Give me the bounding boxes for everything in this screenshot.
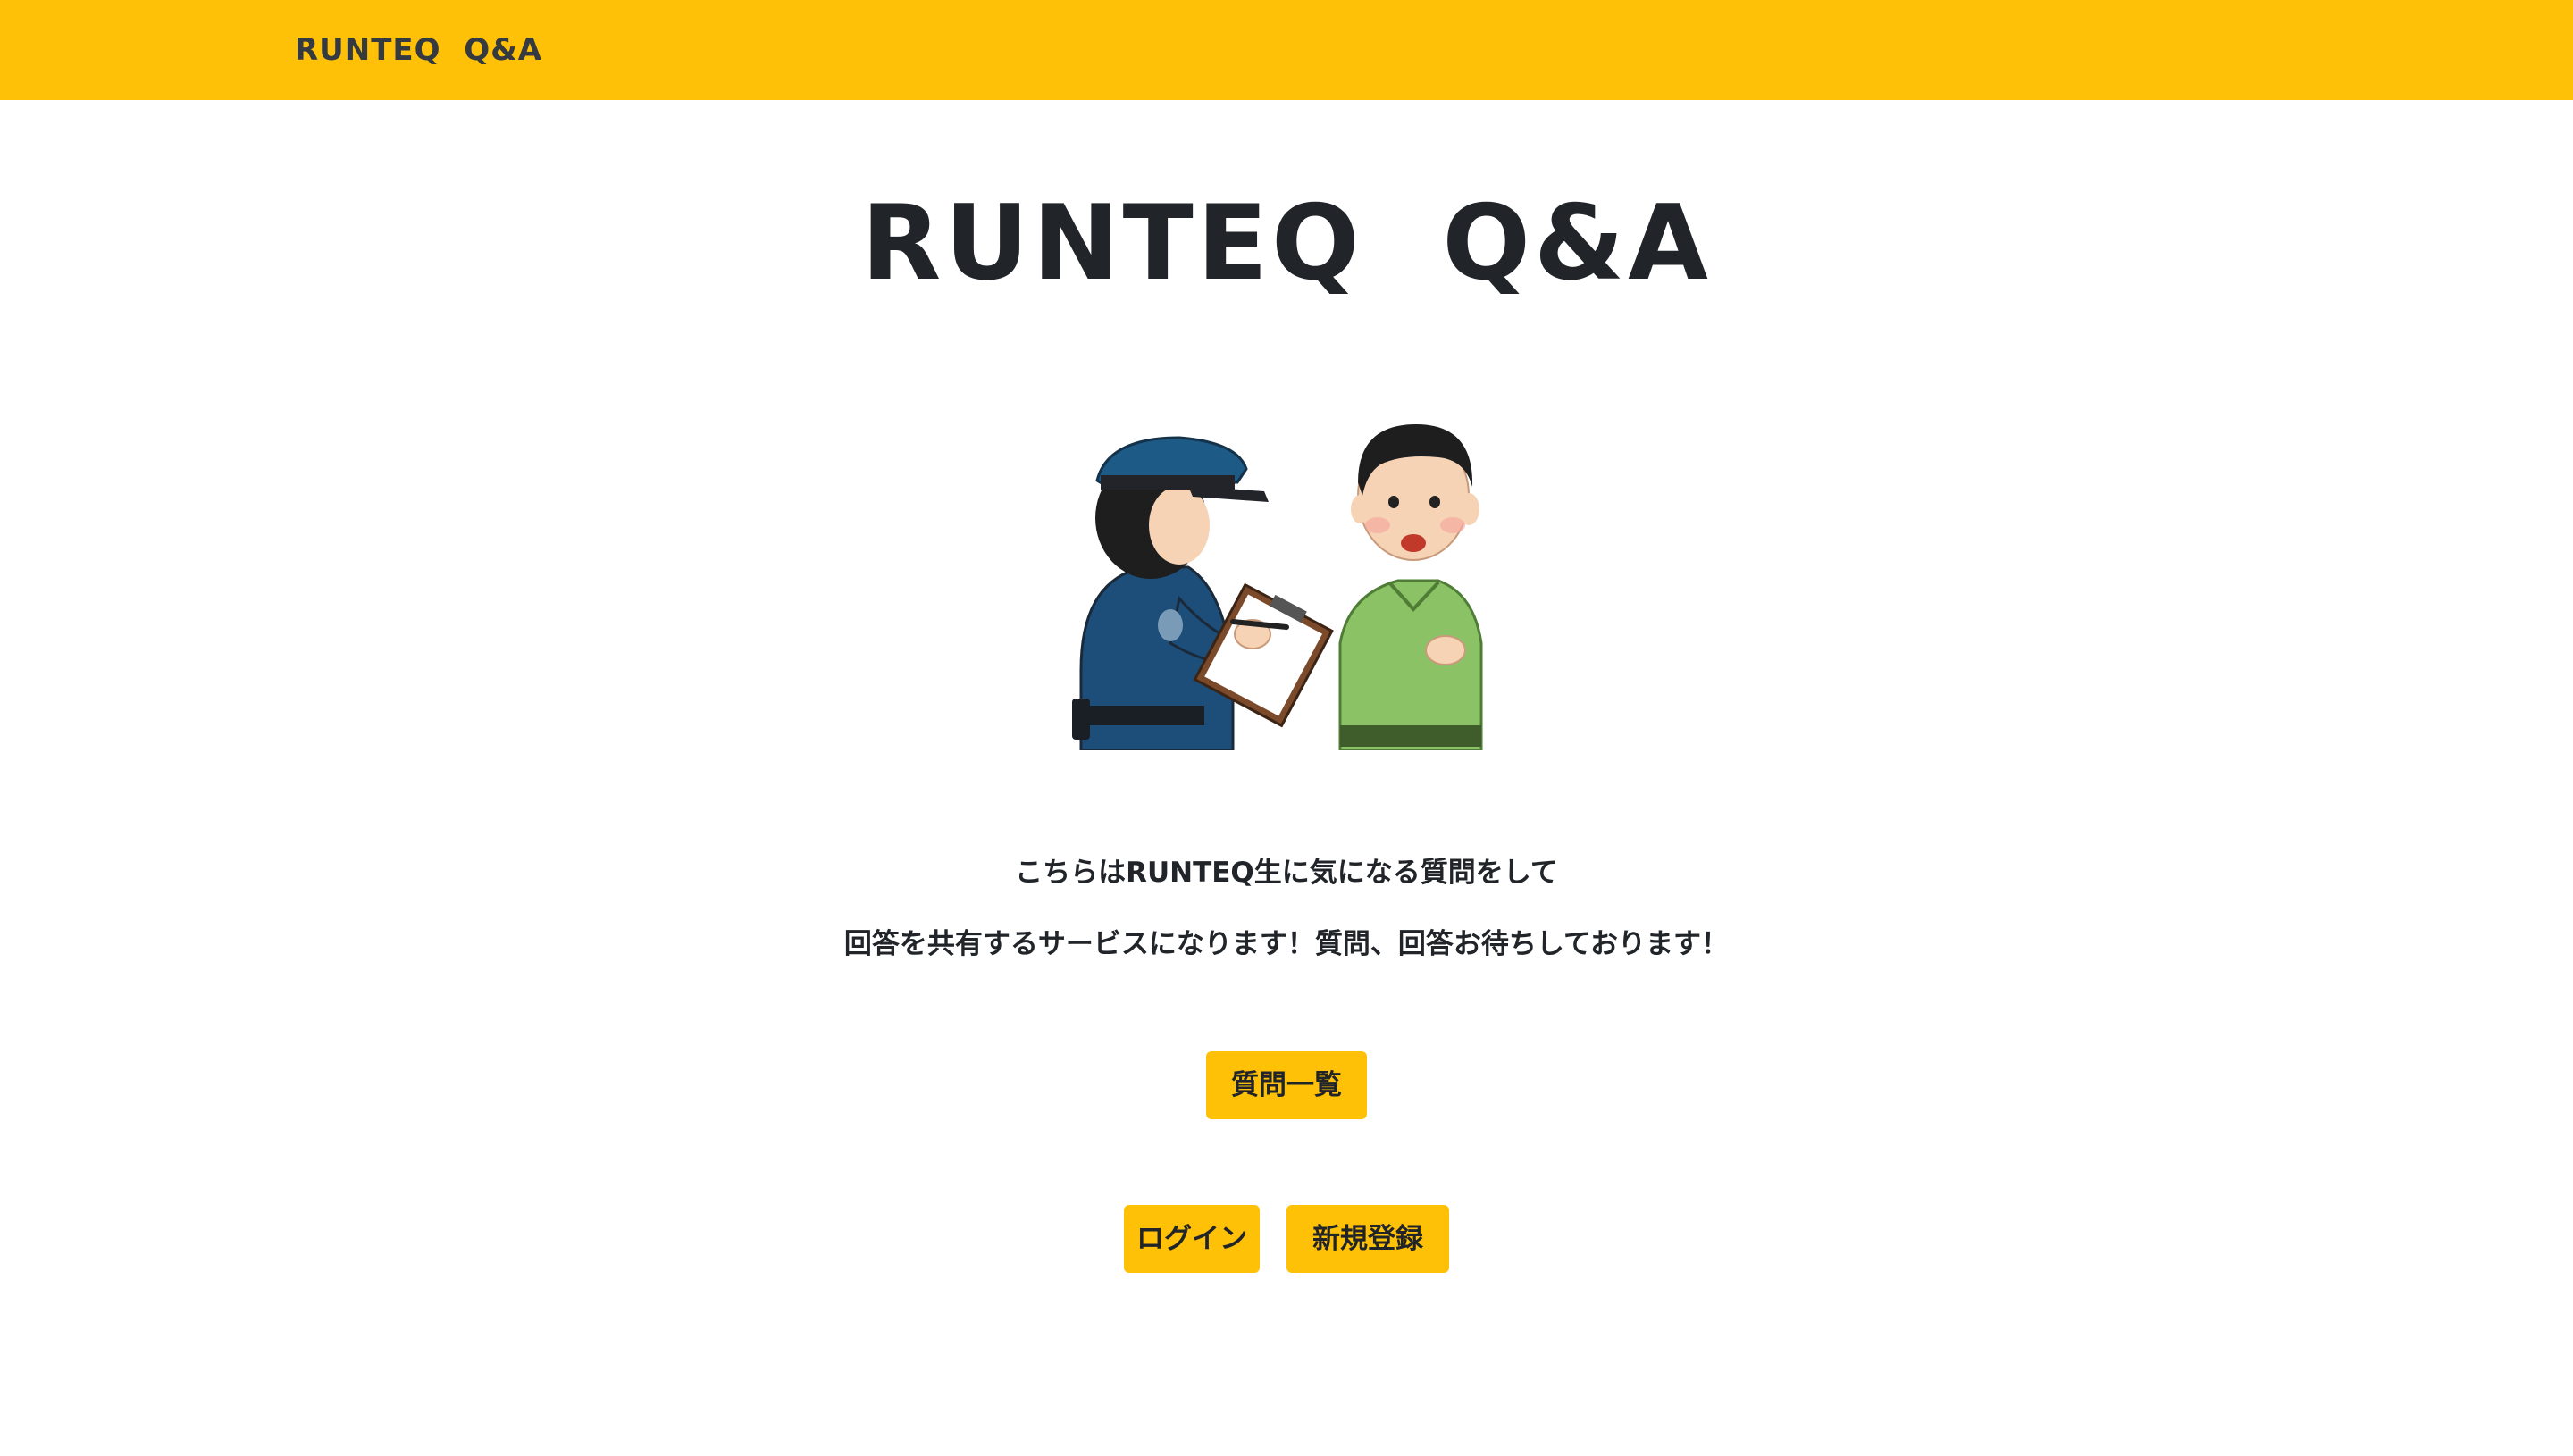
page-title: RUNTEQ Q&A: [861, 183, 1712, 304]
police-questioning-illustration: [1072, 424, 1483, 750]
navbar-brand-link[interactable]: RUNTEQ Q&A: [295, 25, 542, 75]
question-list-button[interactable]: 質問一覧: [1206, 1051, 1367, 1119]
intro-text-line-2: 回答を共有するサービスになります！質問、回答お待ちしております！: [843, 928, 1730, 960]
signup-button[interactable]: 新規登録: [1286, 1205, 1449, 1273]
police-officer-figure: [1072, 436, 1334, 750]
civilian-figure: [1338, 424, 1483, 750]
login-button[interactable]: ログイン: [1124, 1205, 1260, 1273]
navbar: RUNTEQ Q&A: [0, 0, 2573, 100]
intro-text-line-1: こちらはRUNTEQ生に気になる質問をして: [1015, 857, 1558, 889]
